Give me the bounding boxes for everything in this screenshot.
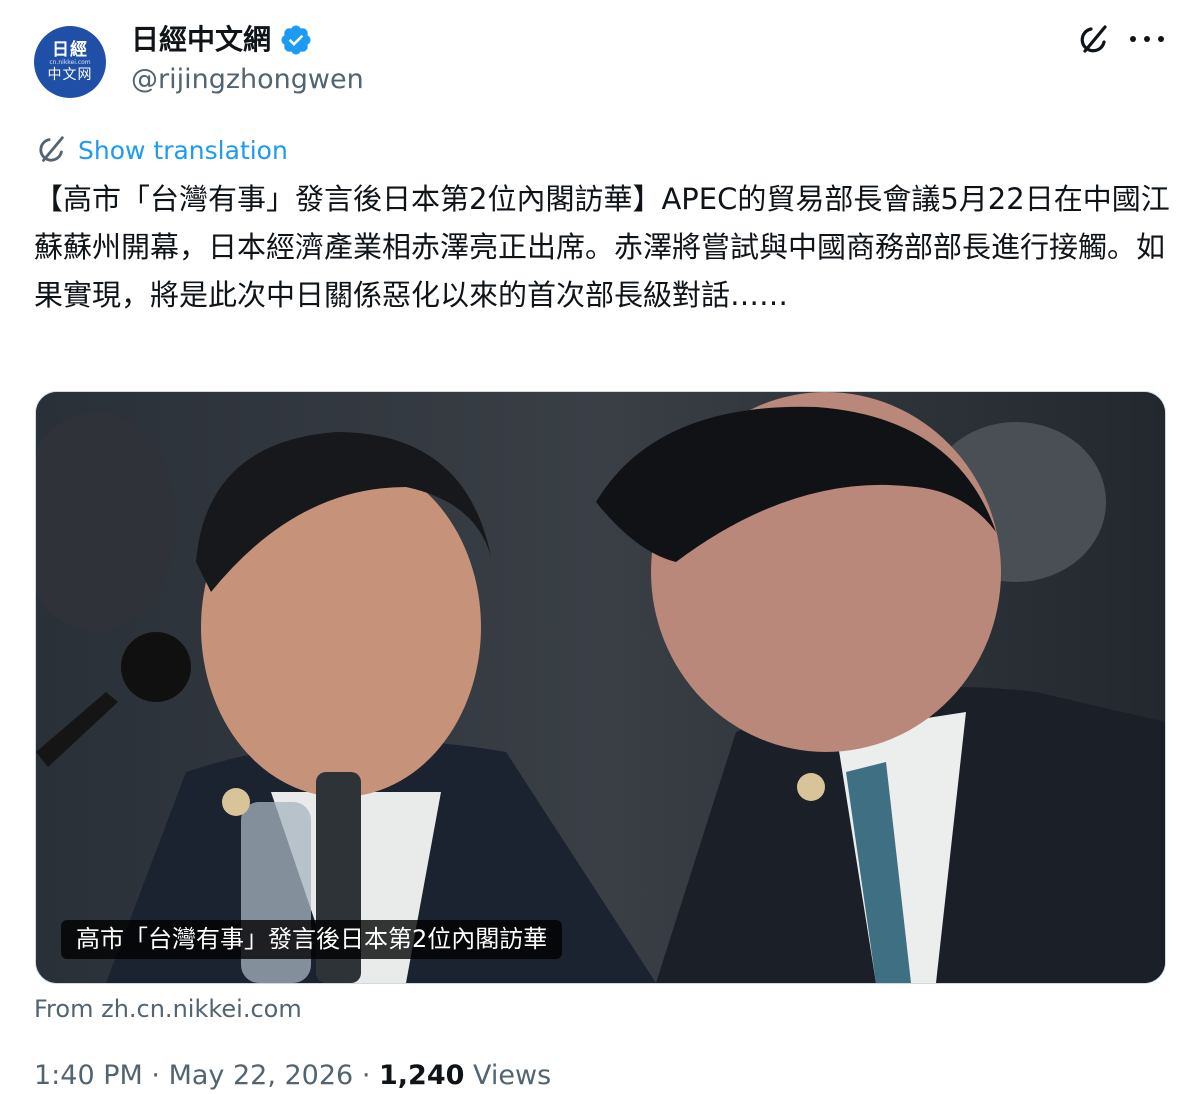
views-count[interactable]: 1,240 xyxy=(379,1060,464,1091)
translate-icon xyxy=(39,136,64,162)
verified-badge-icon xyxy=(281,25,311,55)
post-text: 【高市「台灣有事」發言後日本第2位內閣訪華】APEC的貿易部長會議5月22日在中… xyxy=(34,182,1170,312)
avatar-logo-url: cn.nikkei.com xyxy=(49,59,91,66)
link-card[interactable]: 高市「台灣有事」發言後日本第2位內閣訪華 xyxy=(35,391,1166,984)
post-metadata: 1:40 PM · May 22, 2026 · 1,240 Views xyxy=(34,1058,551,1094)
grok-icon[interactable] xyxy=(1075,22,1111,58)
author-handle[interactable]: @rijingzhongwen xyxy=(131,63,364,97)
avatar[interactable]: 日經 cn.nikkei.com 中文网 xyxy=(34,26,106,98)
meta-separator: · xyxy=(151,1060,160,1091)
card-photo xyxy=(36,392,1165,983)
meta-separator: · xyxy=(361,1060,371,1091)
post-time[interactable]: 1:40 PM xyxy=(34,1060,143,1091)
author-name[interactable]: 日經中文網 xyxy=(131,22,313,58)
display-name[interactable]: 日經中文網 xyxy=(131,22,271,58)
show-translation-link[interactable]: Show translation xyxy=(34,132,288,168)
card-source[interactable]: From zh.cn.nikkei.com xyxy=(34,993,302,1025)
avatar-logo-text: 日經 xyxy=(52,40,88,60)
post-date[interactable]: May 22, 2026 xyxy=(169,1060,354,1091)
views-label: Views xyxy=(473,1060,552,1091)
more-icon[interactable] xyxy=(1130,24,1164,54)
show-translation-label[interactable]: Show translation xyxy=(78,136,288,165)
avatar-logo-subtext: 中文网 xyxy=(47,67,93,83)
card-caption: 高市「台灣有事」發言後日本第2位內閣訪華 xyxy=(61,920,563,959)
